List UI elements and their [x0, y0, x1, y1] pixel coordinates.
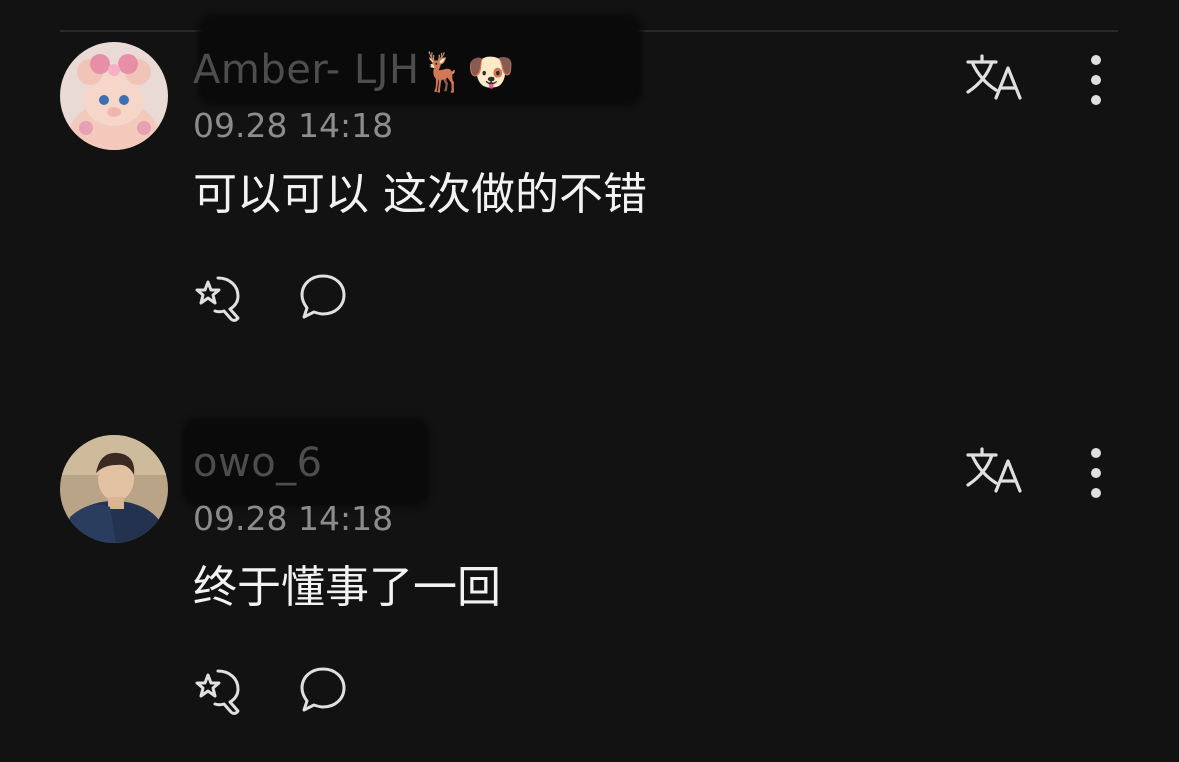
username-text: Amber- LJH — [193, 47, 420, 93]
username-text: owo_6 — [193, 440, 323, 486]
more-vertical-icon[interactable] — [1078, 443, 1114, 503]
timestamp: 09.28 14:18 — [193, 106, 394, 145]
comment-list: Amber- LJH🦌🐶 09.28 14:18 可以可以 这次做的不错 owo… — [0, 0, 1179, 762]
username[interactable]: Amber- LJH🦌🐶 — [193, 46, 515, 96]
like-icon[interactable] — [192, 272, 248, 324]
timestamp: 09.28 14:18 — [193, 499, 394, 538]
translate-icon[interactable] — [962, 50, 1030, 106]
like-icon[interactable] — [192, 665, 248, 717]
comment-text: 可以可以 这次做的不错 — [193, 169, 647, 220]
reply-icon[interactable] — [298, 665, 348, 715]
avatar[interactable] — [60, 42, 168, 150]
reply-icon[interactable] — [298, 272, 348, 322]
username[interactable]: owo_6 — [193, 439, 323, 489]
avatar[interactable] — [60, 435, 168, 543]
username-emoji: 🦌🐶 — [419, 50, 516, 94]
more-vertical-icon[interactable] — [1078, 50, 1114, 110]
comment-text: 终于懂事了一回 — [193, 562, 501, 613]
translate-icon[interactable] — [962, 443, 1030, 499]
